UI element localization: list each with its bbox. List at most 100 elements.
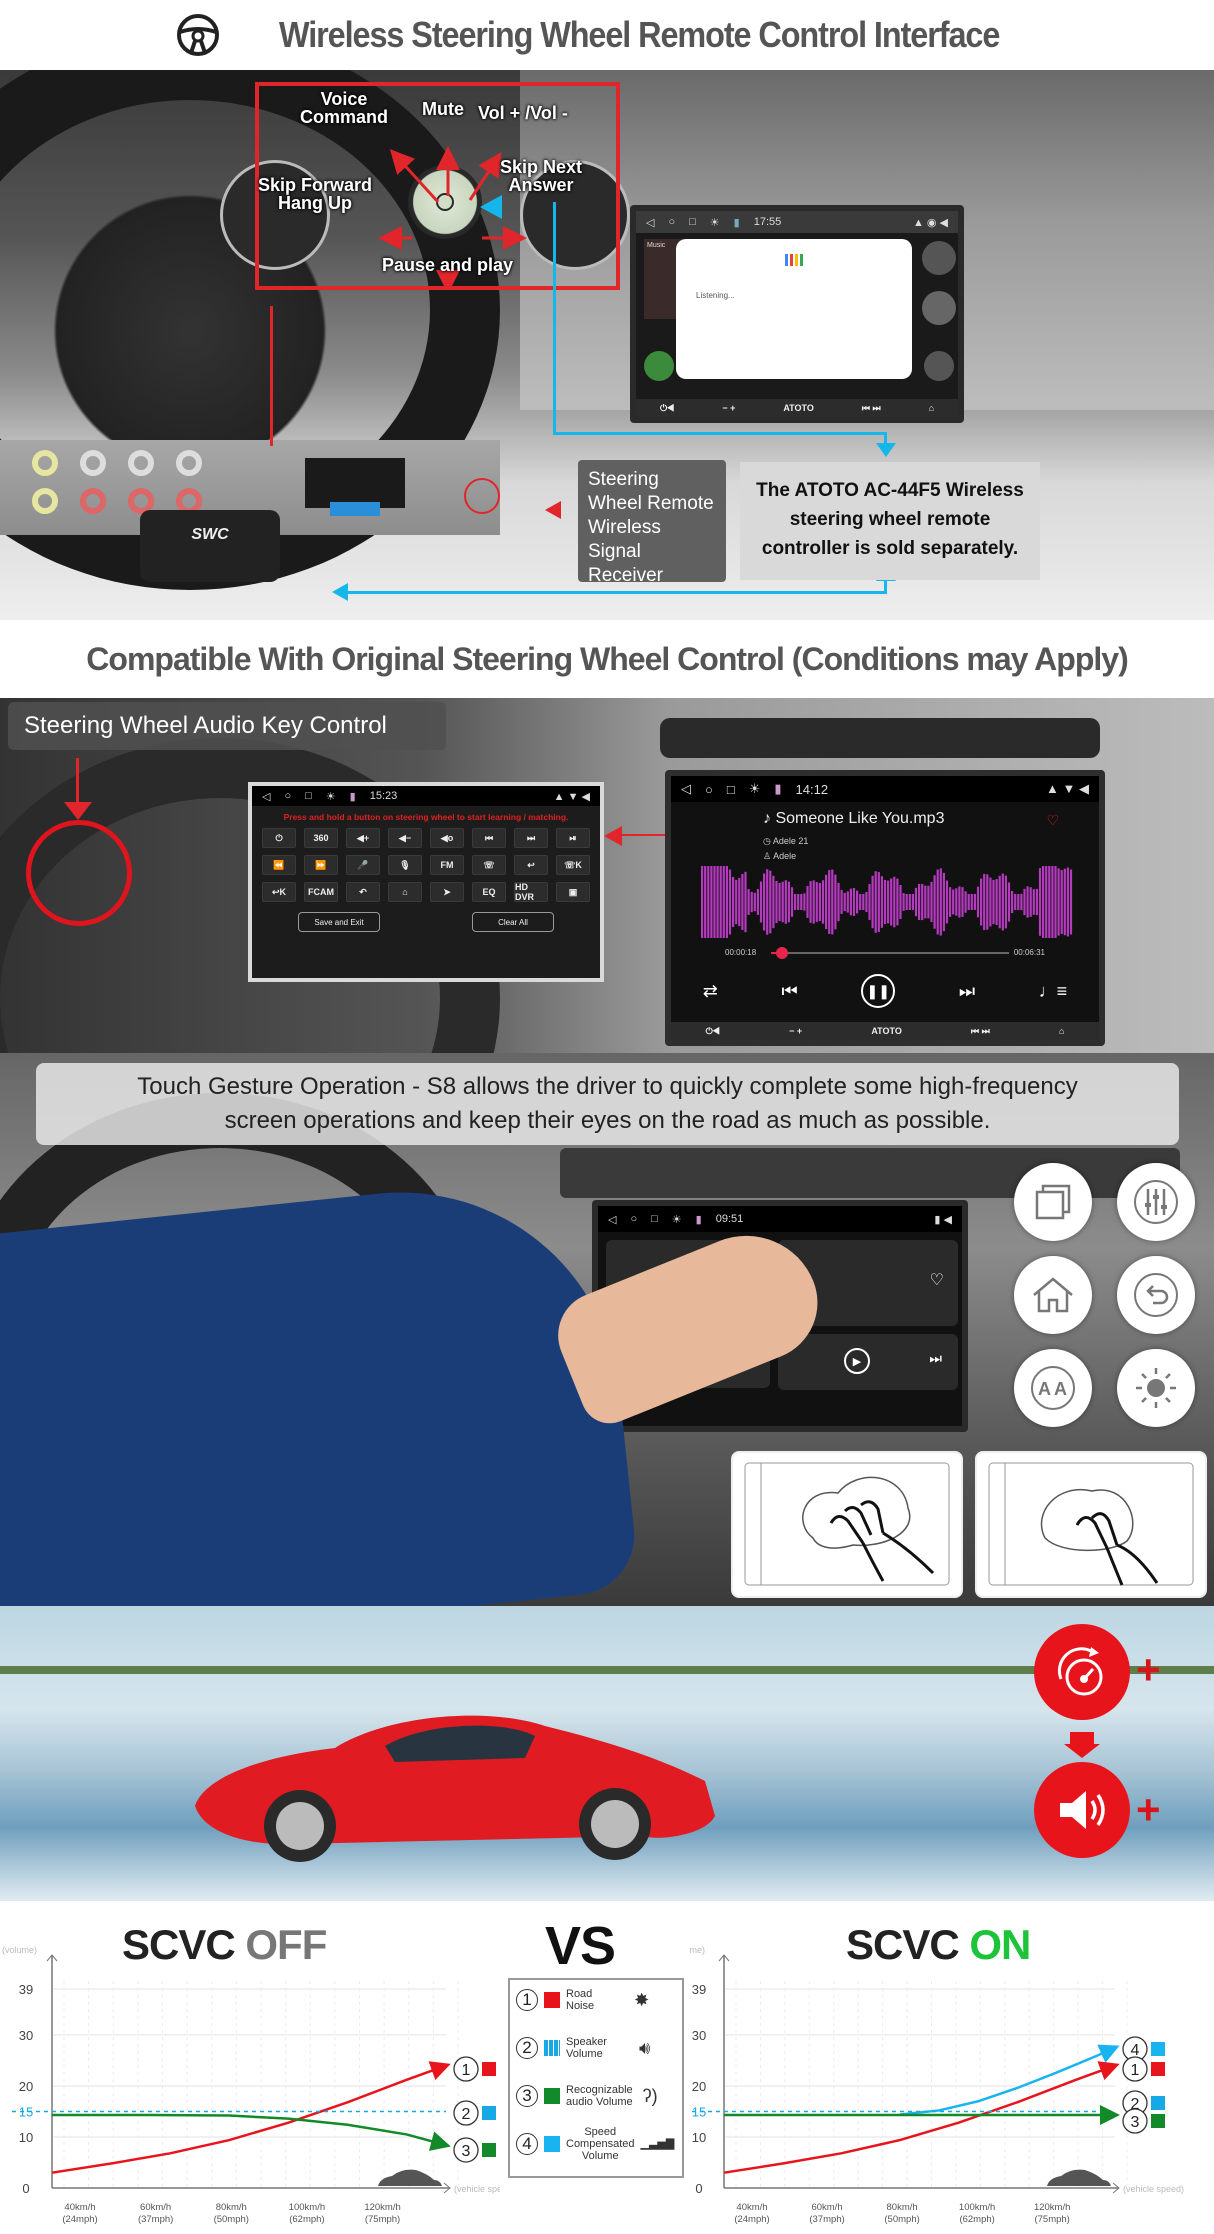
aux-icon[interactable] [922,241,956,275]
recents-nav-icon[interactable]: □ [305,790,312,802]
brightness-icon[interactable]: ☀ [326,790,336,803]
car-icon [378,2169,442,2186]
learn-key[interactable]: ⌂ [388,882,422,902]
play-icon[interactable]: ▶ [844,1348,870,1374]
waveform-bar [753,892,756,912]
learn-key[interactable]: EQ [472,882,506,902]
waveform-bar [1038,868,1042,936]
phone-icon[interactable] [644,351,674,381]
x-axis-label: (vehicle speed) [454,2184,500,2194]
callout-volume: Vol + /Vol - [478,103,568,123]
artist-name: ♙ Adele [763,851,797,861]
x-tick-label: (75mph) [365,2214,400,2225]
hw-track-buttons[interactable]: ⏮ ⏭ [862,403,881,414]
back-nav-icon[interactable]: ◁ [608,1213,616,1226]
favorite-heart-icon[interactable]: ♡ [930,1270,944,1290]
series-end-number: 3 [462,2143,471,2160]
volume-rising-icon: ▁▃▅▇ [640,2138,675,2150]
waveform-bar [843,892,846,912]
waveform-bar [905,894,908,910]
hw-volume-buttons[interactable]: − + [789,1026,802,1036]
learn-key[interactable]: ⏯ [556,828,590,848]
waveform-bar [1051,866,1054,938]
learn-key[interactable]: ⏭ [514,828,548,848]
learn-key[interactable]: HD DVR [514,882,548,902]
learn-key[interactable]: FM [430,855,464,875]
waveform-bar [831,869,834,935]
clock: 17:55 [753,216,782,228]
learn-key[interactable]: ☏ [472,855,506,875]
seek-bar[interactable] [771,947,1009,959]
learn-key[interactable]: ◀− [388,828,422,848]
home-nav-icon[interactable]: ○ [630,1213,637,1225]
home-nav-icon[interactable]: ○ [284,790,291,802]
scvc-off-chart: (volume)(vehicle speed)0101520303940km/h… [2,1945,500,2225]
recents-nav-icon[interactable]: □ [727,782,735,797]
hw-home-button[interactable]: ⌂ [1059,1026,1064,1036]
next-track-icon[interactable]: ⏭ [929,1350,942,1367]
y-tick-label: 39 [19,1982,33,1997]
blue-arrow-icon [480,195,502,219]
hw-power-button[interactable]: ⏻◀ [706,1026,720,1037]
learn-key[interactable]: ↶ [346,882,380,902]
home-nav-icon[interactable]: ○ [668,216,675,228]
section-header-compatible: Compatible With Original Steering Wheel … [0,620,1214,698]
seek-knob[interactable] [775,947,788,959]
hw-track-buttons[interactable]: ⏮ ⏭ [971,1026,990,1037]
back-nav-icon[interactable]: ◁ [262,790,270,803]
hd-dvr-icon[interactable] [922,291,956,325]
learn-key[interactable]: ↩ [514,855,548,875]
home-nav-icon[interactable]: ○ [705,782,713,797]
learn-key[interactable]: ▣ [556,882,590,902]
brightness-icon[interactable]: ☀ [749,781,761,797]
learn-key[interactable]: ⏩ [304,855,338,875]
learn-key[interactable]: ◀+ [346,828,380,848]
recents-nav-icon[interactable]: □ [689,216,696,228]
waveform-bar [980,878,983,926]
back-nav-icon[interactable]: ◁ [646,216,654,229]
learn-key[interactable]: 🎤 [346,855,380,875]
pause-icon[interactable]: ❚❚ [861,974,896,1008]
learn-key[interactable]: ☏K [556,855,590,875]
status-icons: ▲ ◉ ◀ [912,216,948,229]
car-icon [1047,2169,1111,2186]
x-tick-label: (37mph) [138,2214,173,2225]
waveform-bar [1011,890,1014,914]
brightness-icon[interactable]: ☀ [710,216,720,229]
plus-icon: + [1136,1646,1161,1693]
learn-key[interactable]: ➤ [430,882,464,902]
hw-power-button[interactable]: ⏻◀ [660,403,674,414]
learn-key[interactable]: ⏪ [262,855,296,875]
waveform-bar [992,879,995,925]
waveform-bar [725,866,728,938]
waveform-bar [732,876,735,928]
playlist-icon[interactable]: ♩≡ [1039,981,1068,1002]
vs-label: VS [545,1916,616,1976]
back-nav-icon[interactable]: ◁ [681,781,691,797]
svg-text:A: A [1038,1379,1051,1399]
previous-track-icon[interactable]: ⏮ [781,981,797,1002]
waveform-bar [970,894,973,910]
learn-key[interactable]: ◀o [430,828,464,848]
learn-key[interactable]: ⏻ [262,828,296,848]
learn-key[interactable]: 360 [304,828,338,848]
favorite-heart-icon[interactable]: ♡ [1046,812,1059,829]
waveform-bar [877,872,880,932]
learn-key[interactable]: ⏮ [472,828,506,848]
waveform-bar [883,879,887,925]
brightness-icon[interactable]: ☀ [672,1213,682,1226]
settings-icon[interactable] [924,351,954,381]
learn-key[interactable]: FCAM [304,882,338,902]
hw-home-button[interactable]: ⌂ [929,403,934,413]
status-icons: ▲ ▼ ◀ [553,790,590,803]
shuffle-icon[interactable]: ⇄ [703,981,718,1002]
legend-item-speaker-volume: 2 Speaker Volume 🔊︎ [516,2036,650,2060]
waveform-bar [958,886,961,918]
next-track-icon[interactable]: ⏭ [959,981,975,1002]
clear-all-button[interactable]: Clear All [472,912,554,932]
save-and-exit-button[interactable]: Save and Exit [298,912,380,932]
recents-nav-icon[interactable]: □ [651,1213,658,1225]
hw-volume-buttons[interactable]: − + [722,403,735,413]
learn-key[interactable]: 🎙 [388,855,422,875]
learn-key[interactable]: ↩K [262,882,296,902]
